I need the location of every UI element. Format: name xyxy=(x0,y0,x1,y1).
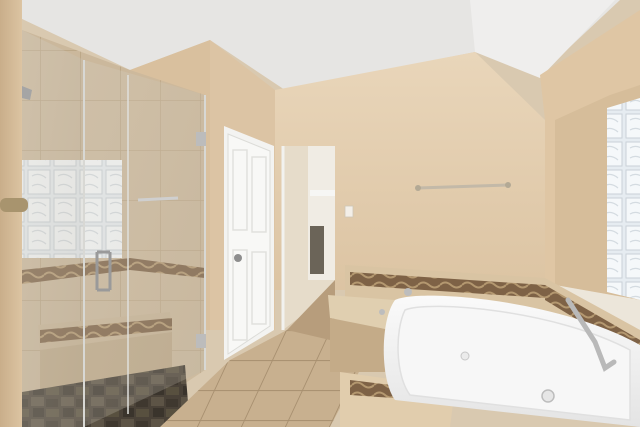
jet-icon xyxy=(541,389,555,403)
light-switch[interactable] xyxy=(344,205,354,218)
shower-hinge xyxy=(0,198,28,212)
door-knob-icon[interactable] xyxy=(234,254,242,262)
shower-enclosure xyxy=(0,30,206,427)
closet-doorway xyxy=(281,146,335,340)
bathroom-scene xyxy=(0,0,640,427)
bathroom-door[interactable] xyxy=(224,126,274,360)
shower-grab-bar xyxy=(137,196,179,202)
jet-icon xyxy=(460,351,470,361)
